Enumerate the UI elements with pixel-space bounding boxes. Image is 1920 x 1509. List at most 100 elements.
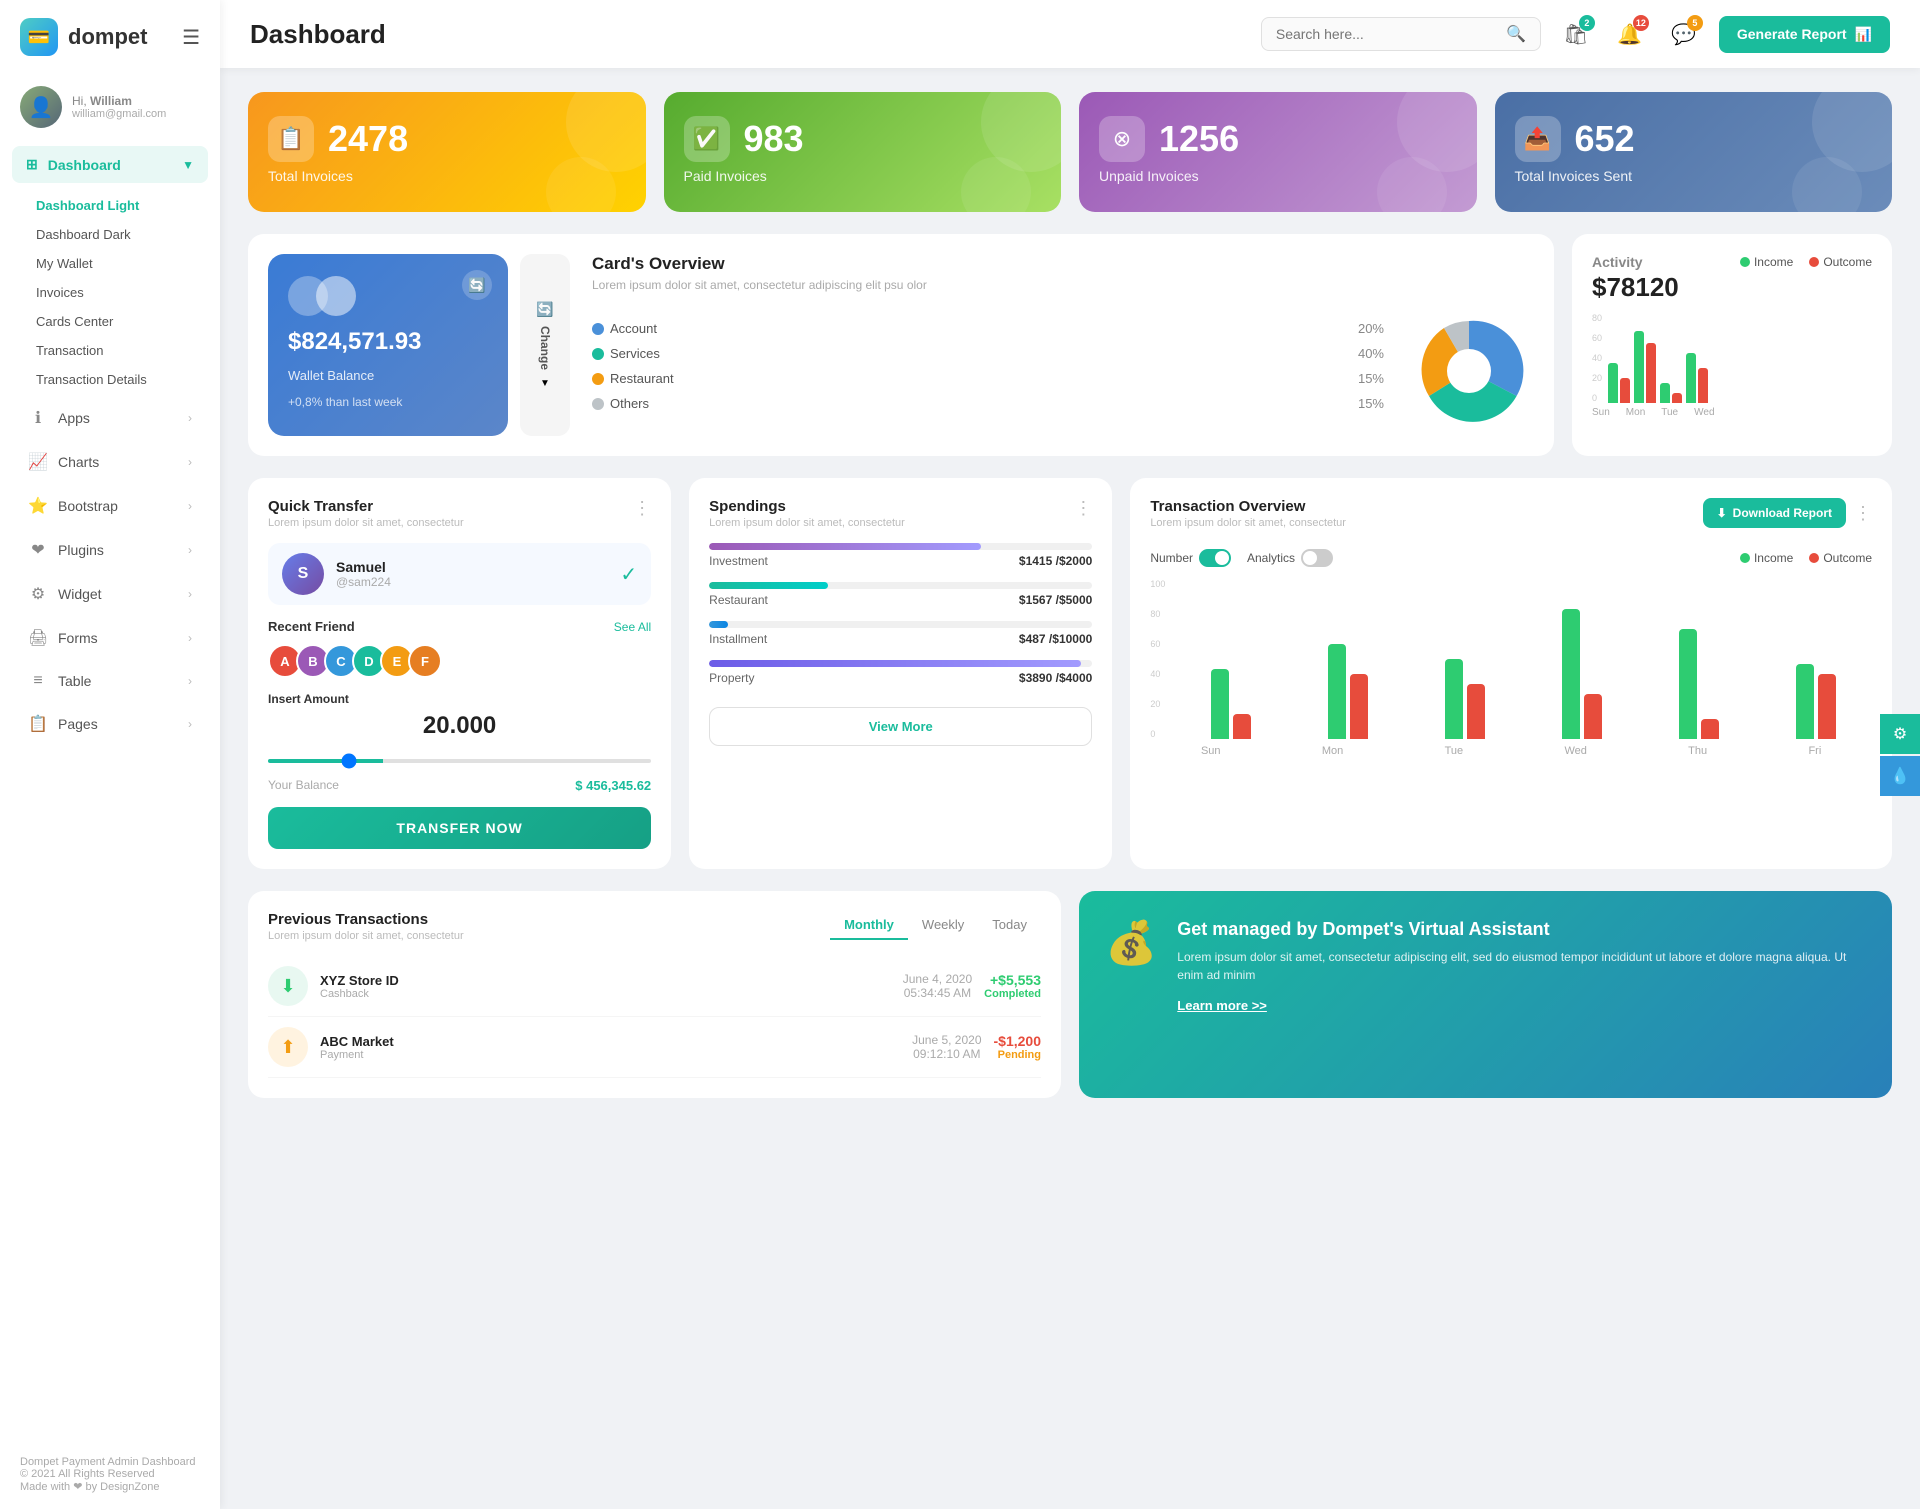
gear-icon: ⚙	[1893, 724, 1907, 744]
label-tue: Tue	[1661, 407, 1678, 418]
txn-bar-mon	[1292, 644, 1403, 739]
wallet-card: 🔄 $824,571.93 Wallet Balance +0,8% than …	[268, 254, 508, 436]
footer-made: Made with ❤ by DesignZone	[20, 1480, 200, 1493]
download-report-button[interactable]: ⬇ Download Report	[1703, 498, 1846, 528]
total-invoices-label: Total Invoices	[268, 168, 626, 184]
toggle-row: Number Analytics Income	[1150, 549, 1872, 567]
qt-title: Quick Transfer	[268, 498, 464, 515]
bell-notification[interactable]: 🔔 12	[1611, 15, 1649, 53]
activity-title: Activity	[1592, 254, 1643, 270]
txn-status-2: Pending	[994, 1049, 1041, 1061]
rest-value: $1567 /$5000	[1019, 593, 1092, 607]
download-icon: ⬇	[1717, 506, 1727, 520]
download-label: Download Report	[1733, 506, 1832, 520]
bar-group-tue	[1660, 383, 1682, 403]
nav-sub-my-wallet[interactable]: My Wallet	[20, 249, 200, 278]
overview-row-account: Account 20%	[592, 321, 1384, 336]
contact-card: S Samuel @sam224 ✓	[268, 543, 651, 605]
bar-mon-outcome	[1646, 343, 1656, 403]
message-notification[interactable]: 💬 5	[1665, 15, 1703, 53]
number-toggle-switch[interactable]	[1199, 549, 1231, 567]
qt-header: Quick Transfer Lorem ipsum dolor sit ame…	[268, 498, 651, 543]
sidebar-item-dashboard[interactable]: ⊞ Dashboard ▼	[12, 146, 208, 183]
nav-sub-dashboard-dark[interactable]: Dashboard Dark	[20, 220, 200, 249]
overview-subtitle: Lorem ipsum dolor sit amet, consectetur …	[592, 278, 1534, 292]
water-float-button[interactable]: 💧	[1880, 756, 1920, 796]
spend-item-restaurant: Restaurant $1567 /$5000	[709, 582, 1092, 607]
tab-weekly[interactable]: Weekly	[908, 911, 978, 940]
invest-label: Investment	[709, 554, 768, 568]
sidebar-item-pages[interactable]: 📋 Pages ›	[8, 704, 212, 744]
sidebar-item-apps[interactable]: ℹ Apps ›	[8, 398, 212, 438]
table-label: Table	[58, 673, 91, 689]
sidebar-item-bootstrap[interactable]: ⭐ Bootstrap ›	[8, 486, 212, 526]
txn-more-icon[interactable]: ⋮	[1854, 503, 1872, 524]
dashboard-label: Dashboard	[48, 157, 121, 173]
sidebar-item-charts[interactable]: 📈 Charts ›	[8, 442, 212, 482]
txn-subtitle: Lorem ipsum dolor sit amet, consectetur	[1150, 517, 1346, 529]
va-learn-more-link[interactable]: Learn more >>	[1177, 998, 1866, 1013]
apps-label: Apps	[58, 410, 90, 426]
bar-tue-outcome	[1672, 393, 1682, 403]
contact-handle: @sam224	[336, 575, 608, 589]
outcome-label: Outcome	[1823, 255, 1872, 269]
spendings-card: Spendings Lorem ipsum dolor sit amet, co…	[689, 478, 1112, 869]
sent-icon: 📤	[1515, 116, 1561, 162]
hamburger-icon[interactable]: ☰	[182, 25, 200, 50]
refresh-small-icon: 🔄	[536, 301, 553, 318]
balance-label: Your Balance	[268, 778, 339, 793]
outcome-dot	[1809, 257, 1819, 267]
sidebar-item-forms[interactable]: 🖨 Forms ›	[8, 618, 212, 658]
apps-icon: ℹ	[28, 408, 48, 428]
generate-report-button[interactable]: Generate Report 📊	[1719, 16, 1890, 53]
txn-name-1: XYZ Store ID	[320, 973, 891, 988]
nav-sub-dashboard-light[interactable]: Dashboard Light	[20, 191, 200, 220]
analytics-toggle-switch[interactable]	[1301, 549, 1333, 567]
stat-card-sent-invoices: 📤 652 Total Invoices Sent	[1495, 92, 1893, 212]
total-invoices-value: 2478	[328, 118, 408, 160]
more-options-icon[interactable]: ⋮	[633, 498, 651, 519]
nav-sub-invoices[interactable]: Invoices	[20, 278, 200, 307]
transaction-overview-card: Transaction Overview Lorem ipsum dolor s…	[1130, 478, 1892, 869]
transfer-now-button[interactable]: TRANSFER NOW	[268, 807, 651, 849]
chevron-right-icon8: ›	[188, 717, 192, 731]
refresh-button[interactable]: 🔄	[462, 270, 492, 300]
mid-row: 🔄 $824,571.93 Wallet Balance +0,8% than …	[248, 234, 1892, 456]
sidebar-item-plugins[interactable]: ❤ Plugins ›	[8, 530, 212, 570]
change-button[interactable]: 🔄 Change ▼	[520, 254, 570, 436]
avatar-6[interactable]: F	[408, 644, 442, 678]
shopping-notification[interactable]: 🛍 2	[1557, 15, 1595, 53]
sidebar-item-widget[interactable]: ⚙ Widget ›	[8, 574, 212, 614]
analytics-toggle-label: Analytics	[1247, 551, 1295, 565]
txn-wed-income	[1562, 609, 1580, 739]
prev-txn-subtitle: Lorem ipsum dolor sit amet, consectetur	[268, 930, 464, 942]
amount-slider[interactable]	[268, 759, 651, 763]
nav-sub-cards-center[interactable]: Cards Center	[20, 307, 200, 336]
nav-sub-transaction[interactable]: Transaction	[20, 336, 200, 365]
txn-label-tue: Tue	[1445, 745, 1464, 757]
sidebar-footer: Dompet Payment Admin Dashboard © 2021 Al…	[0, 1440, 220, 1509]
va-card: 💰 Get managed by Dompet's Virtual Assist…	[1079, 891, 1892, 1098]
sidebar-item-table[interactable]: ≡ Table ›	[8, 662, 212, 700]
charts-icon: 📈	[28, 452, 48, 472]
label-sun: Sun	[1592, 407, 1610, 418]
droplet-icon: 💧	[1890, 766, 1910, 786]
tab-today[interactable]: Today	[978, 911, 1041, 940]
txn-bar-tue	[1410, 659, 1521, 739]
search-input[interactable]	[1276, 26, 1498, 42]
paid-icon: ✅	[684, 116, 730, 162]
avatar: 👤	[20, 86, 62, 128]
sidebar-logo: 💳 dompet ☰	[0, 0, 220, 74]
spendings-more-icon[interactable]: ⋮	[1074, 498, 1092, 519]
dot-restaurant	[592, 373, 604, 385]
chevron-right-icon: ›	[188, 411, 192, 425]
nav-sub-transaction-details[interactable]: Transaction Details	[20, 365, 200, 394]
view-more-button[interactable]: View More	[709, 707, 1092, 746]
see-all-link[interactable]: See All	[614, 620, 651, 634]
txn-income-label: Income	[1754, 551, 1793, 565]
tab-monthly[interactable]: Monthly	[830, 911, 908, 940]
settings-float-button[interactable]: ⚙	[1880, 714, 1920, 754]
bar-sun-income	[1608, 363, 1618, 403]
footer-year: © 2021 All Rights Reserved	[20, 1468, 200, 1480]
txn-type-1: Cashback	[320, 988, 891, 1000]
